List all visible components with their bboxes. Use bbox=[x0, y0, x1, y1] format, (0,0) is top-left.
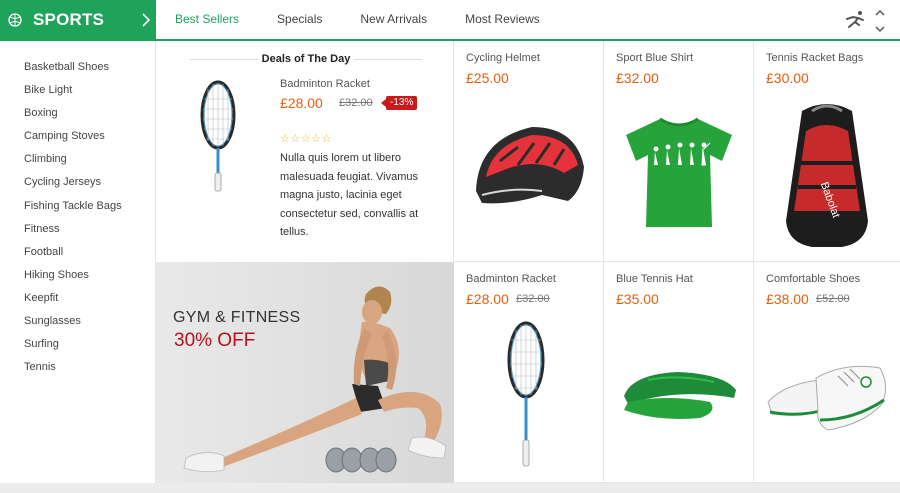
badminton-racket-image[interactable] bbox=[196, 79, 240, 193]
product-name[interactable]: Tennis Racket Bags bbox=[766, 52, 863, 64]
sidebar-item[interactable]: Fitness bbox=[0, 219, 155, 242]
footer-scroll-bar bbox=[0, 483, 900, 493]
sports-ball-icon bbox=[8, 13, 22, 27]
tab-specials[interactable]: Specials bbox=[258, 0, 341, 39]
product-name[interactable]: Comfortable Shoes bbox=[766, 273, 860, 285]
rating-stars: ☆☆☆☆☆ bbox=[280, 133, 332, 145]
deal-old-price: £32.00 bbox=[339, 97, 373, 109]
product-old-price: £52.00 bbox=[816, 293, 850, 305]
sidebar-item[interactable]: Football bbox=[0, 242, 155, 265]
sidebar-item[interactable]: Fishing Tackle Bags bbox=[0, 196, 155, 219]
product-card[interactable]: Comfortable Shoes £38.00 £52.00 bbox=[754, 262, 900, 483]
cycling-helmet-image bbox=[476, 127, 584, 204]
product-card[interactable]: Sport Blue Shirt £32.00 bbox=[604, 41, 754, 262]
sidebar-item[interactable]: Climbing bbox=[0, 149, 155, 172]
tab-label: New Arrivals bbox=[360, 12, 428, 26]
sidebar-item[interactable]: Basketball Shoes bbox=[0, 57, 155, 80]
sidebar-item[interactable]: Hiking Shoes bbox=[0, 265, 155, 288]
tab-label: Best Sellers bbox=[175, 12, 240, 26]
product-price: £32.00 bbox=[616, 70, 659, 86]
promo-discount: 30% OFF bbox=[174, 330, 256, 351]
promo-title: GYM & FITNESS bbox=[173, 309, 301, 326]
sidebar-item[interactable]: Sunglasses bbox=[0, 311, 155, 334]
product-old-price: £32.00 bbox=[516, 293, 550, 305]
visor-hat-image bbox=[624, 372, 736, 419]
product-card[interactable]: Tennis Racket Bags £30.00 Babolat bbox=[754, 41, 900, 262]
product-price: £35.00 bbox=[616, 291, 659, 307]
deal-description: Nulla quis lorem ut libero malesuada feu… bbox=[280, 152, 419, 239]
chevron-right-icon[interactable] bbox=[140, 12, 152, 28]
deal-price: £28.00 bbox=[280, 95, 323, 111]
product-card[interactable]: Badminton Racket £28.00 £32.00 bbox=[454, 262, 604, 483]
racket-bag-image: Babolat bbox=[786, 104, 868, 247]
tab-best-sellers[interactable]: Best Sellers bbox=[156, 0, 259, 41]
header-bar: SPORTS Best Sellers Specials New Arrival… bbox=[0, 0, 900, 41]
fitness-woman-image bbox=[156, 262, 454, 483]
tab-label: Specials bbox=[277, 12, 323, 26]
runner-icon bbox=[846, 11, 864, 28]
deals-of-the-day: Deals of The Day Badminton Racket £28.00… bbox=[156, 41, 454, 262]
badminton-racket-image bbox=[507, 321, 545, 467]
product-price: £38.00 bbox=[766, 291, 809, 307]
product-tabs: Best Sellers Specials New Arrivals Most … bbox=[156, 0, 559, 41]
deals-title: Deals of The Day bbox=[190, 53, 422, 65]
product-price: £25.00 bbox=[466, 70, 509, 86]
sidebar-item[interactable]: Camping Stoves bbox=[0, 126, 155, 149]
product-price: £28.00 bbox=[466, 291, 509, 307]
sidebar-item[interactable]: Cycling Jerseys bbox=[0, 172, 155, 195]
sidebar-item[interactable]: Surfing bbox=[0, 334, 155, 357]
shoes-image bbox=[767, 365, 886, 431]
gym-fitness-banner[interactable]: GYM & FITNESS 30% OFF bbox=[156, 262, 454, 483]
sidebar-item[interactable]: Tennis bbox=[0, 357, 155, 380]
up-down-arrows-icon[interactable] bbox=[874, 8, 886, 34]
product-card[interactable]: Blue Tennis Hat £35.00 bbox=[604, 262, 754, 483]
product-name[interactable]: Badminton Racket bbox=[466, 273, 556, 285]
tab-new-arrivals[interactable]: New Arrivals bbox=[341, 0, 446, 39]
category-list: Basketball Shoes Bike Light Boxing Camping … bbox=[0, 41, 155, 380]
product-price: £30.00 bbox=[766, 70, 809, 86]
sidebar-item[interactable]: Bike Light bbox=[0, 80, 155, 103]
product-name[interactable]: Blue Tennis Hat bbox=[616, 273, 693, 285]
header-icons bbox=[844, 8, 892, 34]
product-card[interactable]: Cycling Helmet £25.00 bbox=[454, 41, 604, 262]
deal-product-name[interactable]: Badminton Racket bbox=[280, 78, 370, 90]
category-sidebar: Basketball Shoes Bike Light Boxing Camping … bbox=[0, 41, 156, 483]
discount-badge: -13% bbox=[380, 96, 418, 110]
tab-label: Most Reviews bbox=[465, 12, 540, 26]
product-name[interactable]: Cycling Helmet bbox=[466, 52, 540, 64]
category-header[interactable]: SPORTS bbox=[0, 0, 156, 41]
sidebar-item[interactable]: Keepfit bbox=[0, 288, 155, 311]
tab-most-reviews[interactable]: Most Reviews bbox=[446, 0, 559, 39]
sidebar-item[interactable]: Boxing bbox=[0, 103, 155, 126]
product-name[interactable]: Sport Blue Shirt bbox=[616, 52, 693, 64]
tshirt-image bbox=[626, 117, 732, 227]
category-title: SPORTS bbox=[33, 10, 105, 29]
